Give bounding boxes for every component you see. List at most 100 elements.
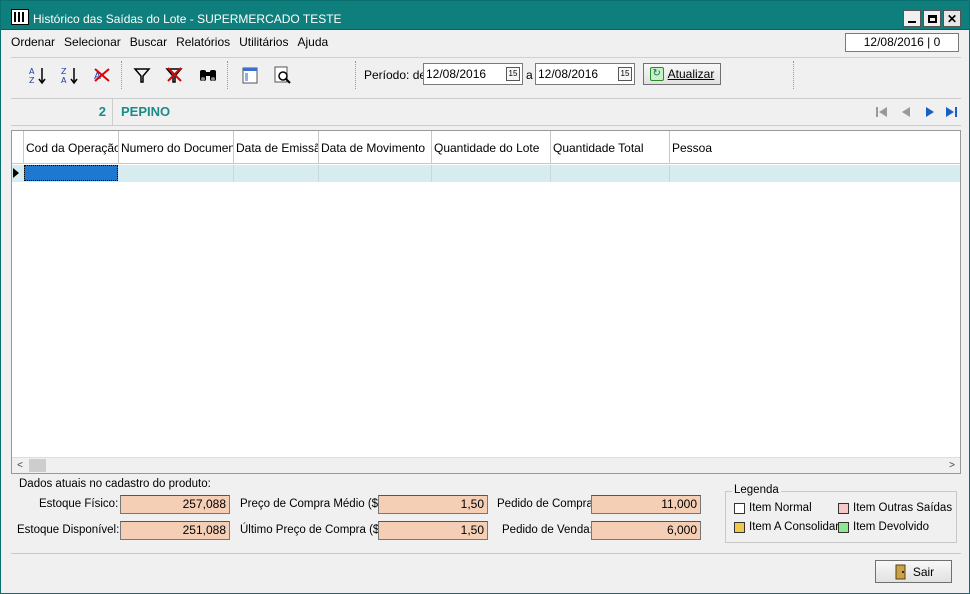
legend-title: Legenda	[732, 484, 781, 496]
legend-item-devolvido: Item Devolvido	[838, 521, 929, 533]
date-to-input[interactable]: 12/08/2016 15	[535, 63, 635, 85]
close-button[interactable]: ✕	[943, 10, 961, 27]
menu-relatorios[interactable]: Relatórios	[176, 35, 230, 55]
pedido-compra-label: Pedido de Compra:	[497, 498, 597, 510]
table-cell[interactable]	[432, 165, 551, 182]
table-row[interactable]	[12, 165, 960, 182]
maximize-icon	[927, 14, 937, 23]
toolbar: A Z Z A A Período: de 12/08/2016 15 a 12…	[11, 57, 961, 91]
current-row-indicator-icon	[13, 168, 19, 178]
toolbar-separator	[227, 61, 229, 89]
first-record-icon[interactable]	[875, 106, 889, 118]
table-cell[interactable]	[119, 165, 234, 182]
scroll-left-icon[interactable]: <	[12, 458, 28, 473]
search-button[interactable]	[197, 64, 219, 86]
clear-sort-icon: A	[94, 68, 110, 82]
minimize-button[interactable]	[903, 10, 921, 27]
svg-text:A: A	[61, 76, 67, 85]
legend-item-a-consolidar: Item A Consolidar	[734, 521, 839, 533]
product-code: 2	[11, 99, 113, 125]
refresh-button-label: Atualizar	[667, 67, 715, 81]
menu-selecionar[interactable]: Selecionar	[64, 35, 121, 55]
history-grid[interactable]: Cod da Operação Numero do Documento Data…	[11, 130, 961, 474]
pedido-venda-label: Pedido de Venda:	[502, 524, 593, 536]
menu-bar: Ordenar Selecionar Buscar Relatórios Uti…	[11, 35, 337, 55]
legend-item-label: Item A Consolidar	[749, 521, 840, 533]
estoque-disponivel-label: Estoque Disponível:	[17, 524, 120, 536]
column-header-data-movimento[interactable]: Data de Movimento	[319, 131, 432, 164]
refresh-icon: ↻	[649, 67, 664, 81]
estoque-fisico-label: Estoque Físico:	[39, 498, 119, 510]
maximize-button[interactable]	[923, 10, 941, 27]
scroll-right-icon[interactable]: >	[944, 458, 960, 473]
date-from-input[interactable]: 12/08/2016 15	[423, 63, 523, 85]
menu-ordenar[interactable]: Ordenar	[11, 35, 55, 55]
report-button[interactable]	[239, 64, 261, 86]
estoque-disponivel-value: 251,088	[120, 521, 230, 540]
column-header-quantidade-lote[interactable]: Quantidade do Lote	[432, 131, 551, 164]
grid-header: Cod da Operação Numero do Documento Data…	[12, 131, 960, 164]
print-preview-button[interactable]	[271, 64, 293, 86]
title-bar: Histórico das Saídas do Lote - SUPERMERC…	[1, 1, 969, 30]
column-header-quantidade-total[interactable]: Quantidade Total	[551, 131, 670, 164]
product-bar: 2 PEPINO	[11, 98, 961, 126]
sort-ascending-icon: A Z	[29, 67, 46, 85]
svg-text:Z: Z	[61, 67, 67, 76]
window-title: Histórico das Saídas do Lote - SUPERMERC…	[33, 12, 342, 26]
refresh-button[interactable]: ↻ Atualizar	[643, 63, 721, 85]
print-preview-icon	[274, 66, 291, 84]
legend-item-label: Item Devolvido	[853, 521, 930, 533]
menu-buscar[interactable]: Buscar	[130, 35, 167, 55]
column-header-pessoa[interactable]: Pessoa	[670, 131, 960, 164]
panel-title: Dados atuais no cadastro do produto:	[19, 478, 211, 490]
menu-ajuda[interactable]: Ajuda	[297, 35, 328, 55]
exit-button[interactable]: Sair	[875, 560, 952, 583]
exit-door-icon	[895, 564, 906, 579]
ultimo-preco-label: Último Preço de Compra ($):	[240, 524, 387, 536]
minimize-icon	[908, 20, 916, 23]
report-icon	[242, 67, 258, 84]
main-window: Histórico das Saídas do Lote - SUPERMERC…	[0, 0, 970, 594]
column-header-data-emissao[interactable]: Data de Emissão	[234, 131, 319, 164]
preco-medio-label: Preço de Compra Médio ($):	[240, 498, 386, 510]
legend-item-label: Item Outras Saídas	[853, 502, 953, 514]
legend-swatch	[838, 521, 849, 533]
last-record-icon[interactable]	[945, 106, 959, 118]
calendar-icon[interactable]: 15	[506, 67, 520, 81]
sort-descending-button[interactable]: Z A	[59, 64, 81, 86]
calendar-icon[interactable]: 15	[618, 67, 632, 81]
legend-swatch	[734, 521, 745, 533]
estoque-fisico-value: 257,088	[120, 495, 230, 514]
table-cell[interactable]	[551, 165, 670, 182]
clear-filter-icon	[165, 67, 183, 83]
legend-swatch	[734, 502, 745, 514]
binoculars-icon	[200, 70, 216, 81]
sort-ascending-button[interactable]: A Z	[27, 64, 49, 86]
toolbar-separator	[121, 61, 123, 89]
clear-filter-button[interactable]	[163, 64, 185, 86]
selected-cell[interactable]	[24, 165, 118, 181]
clear-sort-button[interactable]: A	[91, 64, 113, 86]
table-cell[interactable]	[234, 165, 319, 182]
pedido-compra-value: 11,000	[591, 495, 701, 514]
sort-descending-icon: Z A	[61, 67, 78, 85]
period-separator: a	[526, 68, 533, 82]
exit-button-label: Sair	[912, 564, 935, 579]
previous-record-icon[interactable]	[899, 106, 913, 118]
period-label: Período: de	[364, 68, 427, 82]
close-icon: ✕	[946, 11, 958, 26]
menu-utilitarios[interactable]: Utilitários	[239, 35, 288, 55]
column-header-cod-operacao[interactable]: Cod da Operação	[24, 131, 119, 164]
date-to-value: 12/08/2016	[538, 67, 599, 81]
legend-item-outras-saidas: Item Outras Saídas	[838, 502, 952, 514]
toolbar-separator	[355, 61, 357, 89]
column-header-numero-documento[interactable]: Numero do Documento	[119, 131, 234, 164]
table-cell[interactable]	[319, 165, 432, 182]
filter-icon	[133, 68, 151, 83]
svg-text:Z: Z	[29, 76, 35, 85]
horizontal-scrollbar[interactable]: < >	[12, 457, 960, 473]
filter-button[interactable]	[131, 64, 153, 86]
next-record-icon[interactable]	[923, 106, 937, 118]
date-from-value: 12/08/2016	[426, 67, 487, 81]
scrollbar-thumb[interactable]	[29, 459, 46, 472]
